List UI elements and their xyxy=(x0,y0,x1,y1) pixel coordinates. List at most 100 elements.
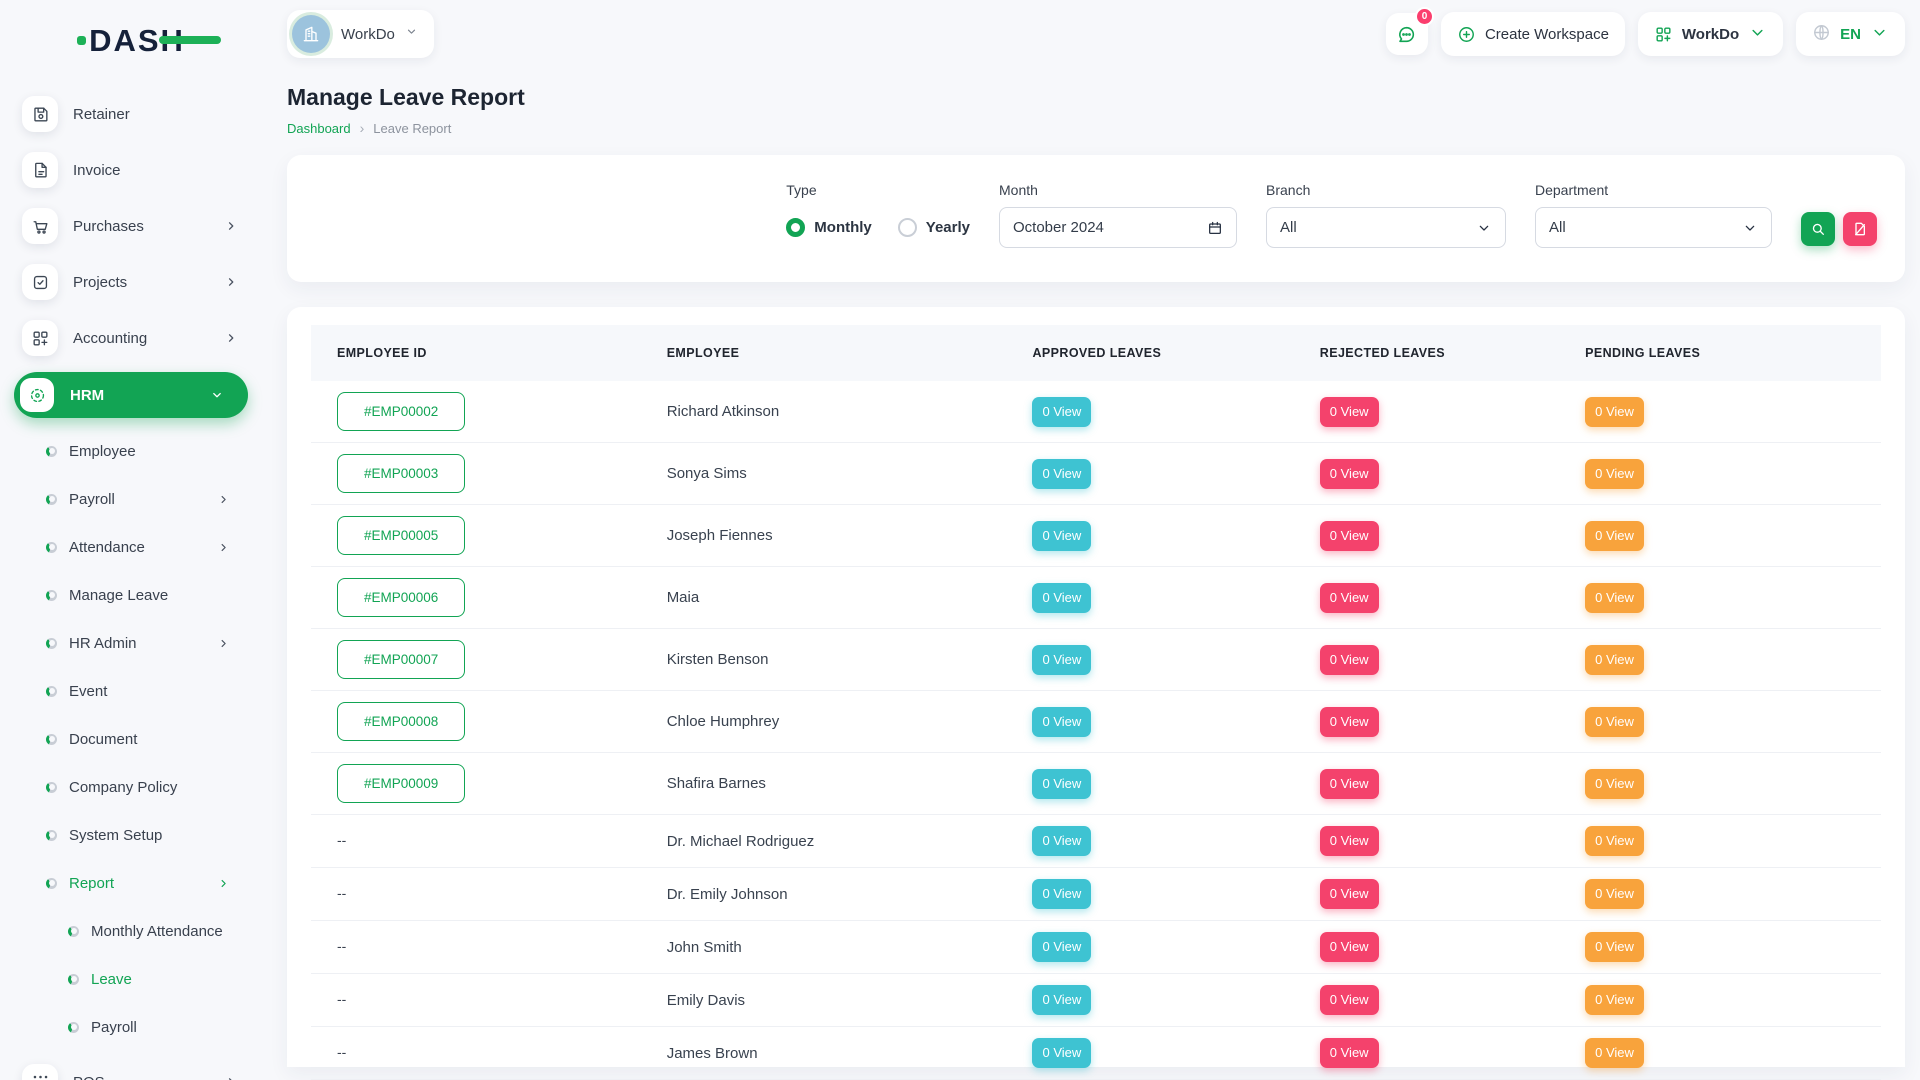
employee-id-badge[interactable]: #EMP00002 xyxy=(337,392,465,431)
workspace-switcher[interactable]: WorkDo xyxy=(287,10,434,58)
pending-leaves-view-button[interactable]: 0 View xyxy=(1585,826,1644,856)
sidebar-item-accounting[interactable]: Accounting xyxy=(22,316,248,360)
employee-id-badge[interactable]: #EMP00008 xyxy=(337,702,465,741)
breadcrumb-current: Leave Report xyxy=(373,121,451,136)
sidebar-subitem-label: Payroll xyxy=(91,1019,137,1036)
language-dropdown[interactable]: EN xyxy=(1796,12,1905,56)
reset-filter-button[interactable] xyxy=(1843,212,1877,246)
pending-leaves-view-button[interactable]: 0 View xyxy=(1585,932,1644,962)
sidebar-subitem-document[interactable]: Document xyxy=(22,724,248,754)
sidebar-subitem-employee[interactable]: Employee xyxy=(22,436,248,466)
employee-id-badge[interactable]: #EMP00005 xyxy=(337,516,465,555)
employee-id-badge[interactable]: #EMP00003 xyxy=(337,454,465,493)
pending-leaves-view-button[interactable]: 0 View xyxy=(1585,521,1644,551)
chat-bubble-icon xyxy=(1396,24,1417,45)
sidebar-subitem-label: Document xyxy=(69,731,137,748)
employee-id-badge[interactable]: #EMP00006 xyxy=(337,578,465,617)
pending-leaves-view-button[interactable]: 0 View xyxy=(1585,1038,1644,1068)
approved-leaves-view-button[interactable]: 0 View xyxy=(1032,459,1091,489)
pending-leaves-view-button[interactable]: 0 View xyxy=(1585,583,1644,613)
pending-leaves-view-button[interactable]: 0 View xyxy=(1585,645,1644,675)
sidebar-subitem-payroll[interactable]: Payroll xyxy=(22,484,248,514)
bullet-icon xyxy=(68,926,79,937)
branch-select[interactable]: All xyxy=(1266,207,1506,248)
approved-leaves-view-button[interactable]: 0 View xyxy=(1032,932,1091,962)
approved-leaves-view-button[interactable]: 0 View xyxy=(1032,879,1091,909)
sidebar-item-hrm[interactable]: HRM xyxy=(14,372,248,418)
rejected-leaves-view-button[interactable]: 0 View xyxy=(1320,583,1379,613)
month-input[interactable]: October 2024 xyxy=(999,207,1237,248)
workspace-dropdown[interactable]: WorkDo xyxy=(1638,12,1783,56)
sidebar-subitem-leave[interactable]: Leave xyxy=(22,964,248,994)
bullet-icon xyxy=(46,782,57,793)
pending-leaves-view-button[interactable]: 0 View xyxy=(1585,985,1644,1015)
sidebar-item-invoice[interactable]: Invoice xyxy=(22,148,248,192)
create-workspace-button[interactable]: Create Workspace xyxy=(1441,12,1625,56)
sidebar-item-projects[interactable]: Projects xyxy=(22,260,248,304)
month-filter-group: Month October 2024 xyxy=(999,182,1237,248)
approved-leaves-view-button[interactable]: 0 View xyxy=(1032,985,1091,1015)
leave-report-table-card: EMPLOYEE IDEMPLOYEEAPPROVED LEAVESREJECT… xyxy=(287,307,1905,1067)
rejected-leaves-view-button[interactable]: 0 View xyxy=(1320,985,1379,1015)
dash-logo[interactable]: DASH xyxy=(77,25,185,56)
rejected-leaves-view-button[interactable]: 0 View xyxy=(1320,645,1379,675)
messages-button[interactable]: 0 xyxy=(1386,13,1428,55)
rejected-leaves-view-button[interactable]: 0 View xyxy=(1320,879,1379,909)
pending-leaves-view-button[interactable]: 0 View xyxy=(1585,769,1644,799)
bullet-icon xyxy=(46,638,57,649)
sidebar-subitem-event[interactable]: Event xyxy=(22,676,248,706)
sidebar-subitem-monthly-attendance[interactable]: Monthly Attendance xyxy=(22,916,248,946)
table-row: #EMP00009Shafira Barnes0 View0 View0 Vie… xyxy=(311,753,1881,815)
cart-icon xyxy=(22,208,58,244)
pending-leaves-view-button[interactable]: 0 View xyxy=(1585,707,1644,737)
sidebar-item-retainer[interactable]: Retainer xyxy=(22,92,248,136)
approved-leaves-view-button[interactable]: 0 View xyxy=(1032,707,1091,737)
rejected-leaves-view-button[interactable]: 0 View xyxy=(1320,397,1379,427)
approved-leaves-view-button[interactable]: 0 View xyxy=(1032,583,1091,613)
sidebar-item-pos[interactable]: POS xyxy=(22,1060,248,1080)
table-row: #EMP00007Kirsten Benson0 View0 View0 Vie… xyxy=(311,629,1881,691)
sidebar-subitem-label: Leave xyxy=(91,971,132,988)
radio-unselected-icon xyxy=(898,218,917,237)
bullet-icon xyxy=(46,830,57,841)
rejected-leaves-view-button[interactable]: 0 View xyxy=(1320,826,1379,856)
approved-leaves-view-button[interactable]: 0 View xyxy=(1032,521,1091,551)
sidebar-subitem-label: Attendance xyxy=(69,539,145,556)
sidebar-subitem-payroll[interactable]: Payroll xyxy=(22,1012,248,1042)
approved-leaves-view-button[interactable]: 0 View xyxy=(1032,769,1091,799)
sidebar-subitem-attendance[interactable]: Attendance xyxy=(22,532,248,562)
rejected-leaves-view-button[interactable]: 0 View xyxy=(1320,707,1379,737)
approved-leaves-view-button[interactable]: 0 View xyxy=(1032,645,1091,675)
pending-leaves-view-button[interactable]: 0 View xyxy=(1585,397,1644,427)
breadcrumb-dashboard-link[interactable]: Dashboard xyxy=(287,121,351,136)
pending-leaves-view-button[interactable]: 0 View xyxy=(1585,459,1644,489)
sidebar-subitem-manage-leave[interactable]: Manage Leave xyxy=(22,580,248,610)
approved-leaves-view-button[interactable]: 0 View xyxy=(1032,826,1091,856)
rejected-leaves-view-button[interactable]: 0 View xyxy=(1320,1038,1379,1068)
type-radio-yearly[interactable]: Yearly xyxy=(898,218,970,237)
rejected-leaves-view-button[interactable]: 0 View xyxy=(1320,769,1379,799)
pending-leaves-view-button[interactable]: 0 View xyxy=(1585,879,1644,909)
employee-id-empty: -- xyxy=(337,832,346,848)
employee-id-badge[interactable]: #EMP00007 xyxy=(337,640,465,679)
sidebar-item-purchases[interactable]: Purchases xyxy=(22,204,248,248)
sidebar-subitem-system-setup[interactable]: System Setup xyxy=(22,820,248,850)
type-radio-monthly[interactable]: Monthly xyxy=(786,218,872,237)
approved-leaves-view-button[interactable]: 0 View xyxy=(1032,397,1091,427)
chevron-down-icon xyxy=(1748,23,1767,46)
search-button[interactable] xyxy=(1801,212,1835,246)
department-select[interactable]: All xyxy=(1535,207,1772,248)
sidebar-nav: Retainer Invoice Purchases Projects Accounti… xyxy=(0,66,262,1080)
app-root: DASH Retainer Invoice Purchases Projects Acc… xyxy=(0,0,1920,1080)
approved-leaves-view-button[interactable]: 0 View xyxy=(1032,1038,1091,1068)
rejected-leaves-view-button[interactable]: 0 View xyxy=(1320,932,1379,962)
sidebar-subitem-hr-admin[interactable]: HR Admin xyxy=(22,628,248,658)
employee-name: Richard Atkinson xyxy=(641,381,1007,443)
chevron-down-icon xyxy=(1742,220,1758,236)
employee-id-badge[interactable]: #EMP00009 xyxy=(337,764,465,803)
rejected-leaves-view-button[interactable]: 0 View xyxy=(1320,459,1379,489)
rejected-leaves-view-button[interactable]: 0 View xyxy=(1320,521,1379,551)
sidebar-subitem-report[interactable]: Report xyxy=(22,868,248,898)
sidebar-item-label: Projects xyxy=(73,274,127,291)
sidebar-subitem-company-policy[interactable]: Company Policy xyxy=(22,772,248,802)
